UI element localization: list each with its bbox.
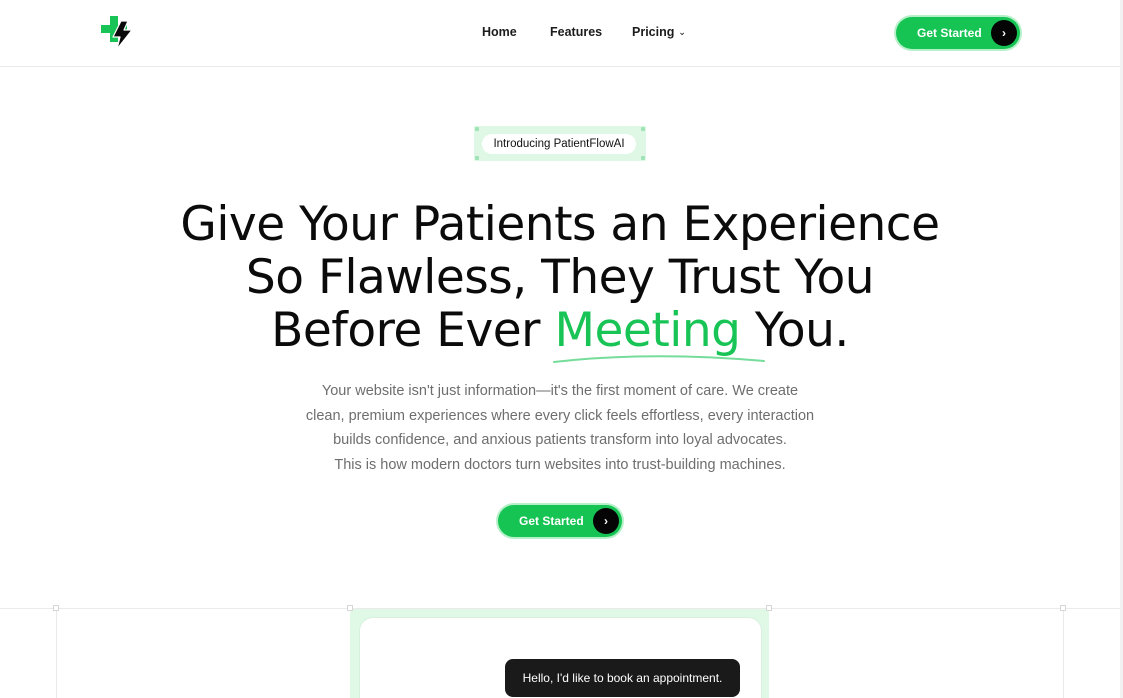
hero-description-line-3: builds confidence, and anxious patients … (333, 432, 787, 448)
frame-handle (641, 127, 645, 131)
accent-underline (553, 355, 766, 363)
get-started-label: Get Started (917, 26, 982, 40)
chevron-right-icon: › (593, 508, 619, 534)
headline-line-2: So Flawless, They Trust You (245, 250, 875, 305)
intro-badge: Introducing PatientFlowAI (482, 134, 636, 154)
hero-get-started-button[interactable]: Get Started › (498, 505, 622, 537)
headline-accent-word: Meeting (553, 304, 766, 363)
frame-handle (475, 127, 479, 131)
headline-line-3: Before Ever Meeting You. (130, 303, 990, 363)
chevron-right-icon: › (991, 20, 1017, 46)
frame-handle (347, 605, 353, 611)
frame-handle (1060, 605, 1066, 611)
hero-description-line-1: Your website isn't just information—it's… (321, 383, 799, 399)
hero-description: Your website isn't just information—it's… (250, 379, 870, 477)
headline-line-1: Give Your Patients an Experience (180, 197, 940, 252)
frame-handle (475, 156, 479, 160)
hero-description-line-2: clean, premium experiences where every c… (305, 407, 815, 424)
frame-handle (766, 605, 772, 611)
frame-guide-right (1063, 608, 1064, 698)
frame-guide-left (56, 608, 57, 698)
hero-headline: Give Your Patients an Experience So Flaw… (130, 197, 990, 363)
get-started-label: Get Started (519, 514, 584, 528)
frame-handle (641, 156, 645, 160)
nav-pricing-label: Pricing (632, 25, 675, 39)
nav-home[interactable]: Home (482, 25, 517, 39)
nav-pricing[interactable]: Pricing ⌄ (632, 25, 686, 39)
site-header: Home Features Pricing ⌄ Get Started › (0, 0, 1123, 67)
chat-message-bubble: Hello, I'd like to book an appointment. (505, 659, 740, 697)
chevron-down-icon: ⌄ (678, 27, 686, 37)
header-get-started-button[interactable]: Get Started › (896, 17, 1020, 49)
nav-features[interactable]: Features (550, 25, 602, 39)
hero-description-line-4: This is how modern doctors turn websites… (334, 456, 786, 473)
frame-handle (53, 605, 59, 611)
headline-line-3-start: Before Ever (271, 303, 555, 358)
intro-badge-frame: Introducing PatientFlowAI (474, 126, 646, 161)
